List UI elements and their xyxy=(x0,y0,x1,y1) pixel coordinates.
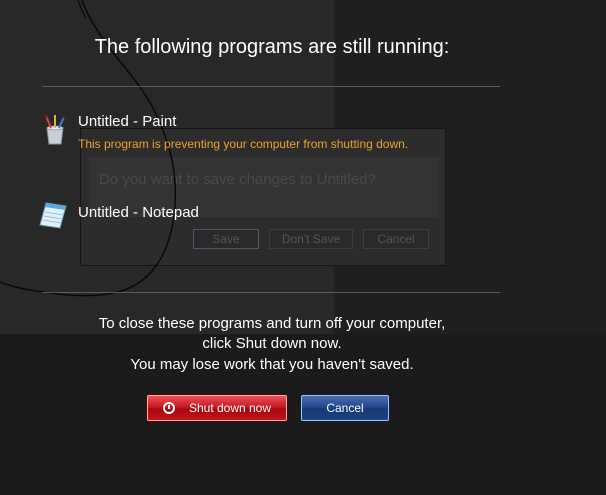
program-name-notepad: Untitled - Notepad xyxy=(78,204,199,221)
program-warning-paint: This program is preventing your computer… xyxy=(78,137,409,151)
message-line-1: To close these programs and turn off you… xyxy=(98,315,446,332)
background-dialog-question: Do you want to save changes to Untitled? xyxy=(99,171,376,188)
shut-down-now-label: Shut down now xyxy=(188,401,272,415)
message-line-3: You may lose work that you haven't saved… xyxy=(130,356,414,373)
background-save-button: Save xyxy=(193,229,259,249)
notepad-icon xyxy=(39,202,67,229)
cancel-button[interactable]: Cancel xyxy=(301,395,389,421)
background-dont-save-button: Don't Save xyxy=(269,229,353,249)
bottom-divider xyxy=(42,292,500,293)
background-cancel-button: Cancel xyxy=(363,229,429,249)
cancel-label: Cancel xyxy=(326,401,364,415)
top-divider xyxy=(42,86,500,87)
paint-brushes-icon xyxy=(44,114,66,145)
shut-down-now-button[interactable]: Shut down now xyxy=(147,395,287,421)
program-name-paint: Untitled - Paint xyxy=(78,113,177,130)
power-icon xyxy=(162,402,175,414)
page-title: The following programs are still running… xyxy=(94,36,450,58)
message-line-2: click Shut down now. xyxy=(202,335,342,352)
